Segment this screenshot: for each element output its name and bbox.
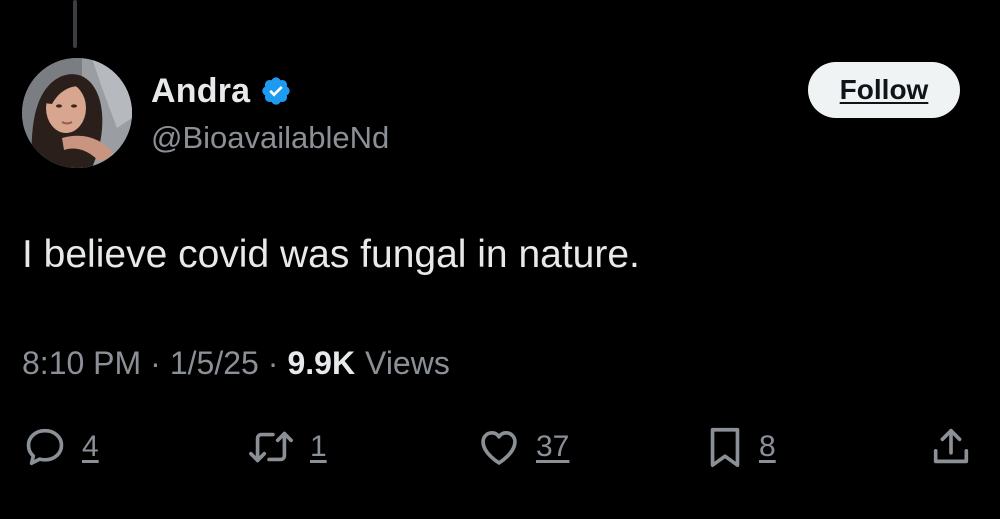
reply-button[interactable]: 4 <box>22 424 99 470</box>
follow-button[interactable]: Follow <box>808 62 960 118</box>
meta-separator: · <box>267 345 279 381</box>
tweet-date[interactable]: 1/5/25 <box>170 345 259 382</box>
retweet-arrows-icon <box>249 431 293 463</box>
speech-bubble-icon <box>26 428 64 466</box>
bookmark-icon <box>710 427 740 468</box>
views-count: 9.9K <box>287 345 356 381</box>
name-row: Andra <box>151 70 389 112</box>
like-button[interactable]: 37 <box>476 424 569 470</box>
avatar[interactable] <box>22 58 132 168</box>
heart-icon <box>481 430 517 465</box>
tweet-page: Andra @BioavailableNd Follow I believe c… <box>0 0 1000 519</box>
display-name[interactable]: Andra <box>151 72 250 111</box>
tweet-meta: 8:10 PM · 1/5/25 · 9.9K Views <box>22 345 450 382</box>
thread-connector-line <box>73 0 77 48</box>
like-count[interactable]: 37 <box>536 430 569 464</box>
author-info: Andra @BioavailableNd <box>151 70 389 156</box>
tweet-text: I believe covid was fungal in nature. <box>22 233 640 276</box>
retweet-button[interactable]: 1 <box>246 424 327 470</box>
views-label: Views <box>365 345 450 381</box>
reply-count[interactable]: 4 <box>82 430 99 464</box>
share-button[interactable] <box>928 424 974 470</box>
retweet-count[interactable]: 1 <box>310 430 327 464</box>
bookmark-count[interactable]: 8 <box>759 430 776 464</box>
share-upload-icon <box>933 428 969 464</box>
bookmark-button[interactable]: 8 <box>705 424 776 470</box>
avatar-photo <box>22 58 132 168</box>
verified-badge-icon[interactable] <box>260 75 292 107</box>
author-handle[interactable]: @BioavailableNd <box>151 120 389 156</box>
tweet-time[interactable]: 8:10 PM <box>22 345 141 382</box>
meta-separator: · <box>150 345 161 381</box>
